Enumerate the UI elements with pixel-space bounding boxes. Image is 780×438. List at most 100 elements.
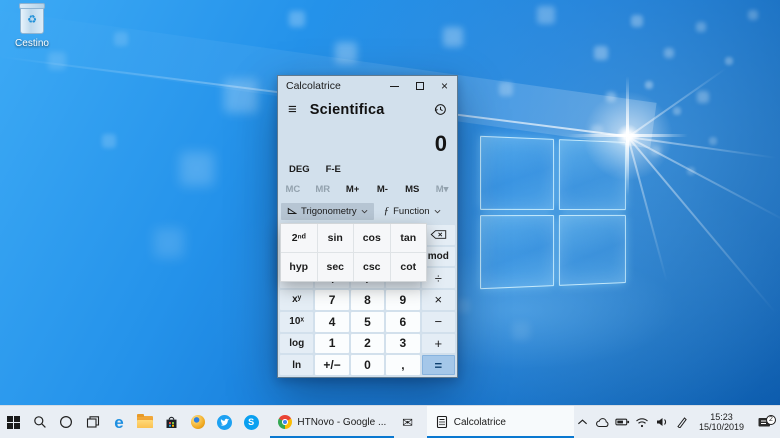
file-explorer-button[interactable] (132, 406, 158, 438)
chrome-icon (278, 415, 292, 429)
edge-icon: e (114, 414, 123, 431)
mail-button[interactable]: ✉ (394, 406, 420, 438)
tan-key[interactable]: tan (391, 224, 427, 252)
trigonometry-flyout: 2ⁿᵈ sin cos tan hyp sec csc cot (280, 223, 427, 282)
desktop: ♻ Cestino Calcolatrice × ≡ Scientifica 0… (0, 0, 780, 438)
taskbar-window-calculator[interactable]: Calcolatrice (427, 406, 574, 438)
search-button[interactable] (26, 406, 52, 438)
chevron-down-icon (434, 209, 441, 214)
calculator-icon (435, 415, 449, 429)
hyp-key[interactable]: hyp (281, 253, 317, 281)
skype-button[interactable]: S (238, 406, 264, 438)
taskbar-window-chrome[interactable]: HTNovo - Google ... (270, 406, 394, 438)
digit-9-key[interactable]: 9 (386, 290, 419, 310)
menu-icon[interactable]: ≡ (288, 101, 297, 118)
multiply-key[interactable]: × (422, 290, 455, 310)
digit-5-key[interactable]: 5 (351, 312, 384, 332)
digit-2-key[interactable]: 2 (351, 334, 384, 354)
digit-0-key[interactable]: 0 (351, 355, 384, 375)
network-button[interactable] (634, 417, 651, 428)
close-button[interactable]: × (432, 76, 457, 96)
function-dropdown[interactable]: ƒ Function (378, 202, 447, 220)
cloud-icon (595, 417, 610, 428)
windows-ink-button[interactable] (674, 416, 691, 428)
history-button[interactable] (434, 103, 447, 116)
trigonometry-label: Trigonometry (301, 206, 357, 217)
memory-store-button[interactable]: MS (397, 184, 427, 195)
maximize-button[interactable] (407, 76, 432, 96)
pen-icon (676, 416, 688, 428)
edge-button[interactable]: e (106, 406, 132, 438)
backspace-icon (430, 229, 447, 240)
digit-6-key[interactable]: 6 (386, 312, 419, 332)
tray-overflow-button[interactable] (574, 418, 591, 426)
ln-key[interactable]: ln (280, 355, 313, 375)
digit-7-key[interactable]: 7 (315, 290, 348, 310)
function-dropdowns-row: Trigonometry ƒ Function (278, 199, 457, 223)
start-button[interactable] (0, 406, 26, 438)
memory-row: MC MR M+ M- MS M▾ (278, 179, 457, 199)
digit-1-key[interactable]: 1 (315, 334, 348, 354)
power-button[interactable] (614, 417, 631, 427)
digit-3-key[interactable]: 3 (386, 334, 419, 354)
sin-key[interactable]: sin (318, 224, 354, 252)
microsoft-store-button[interactable] (159, 406, 185, 438)
equals-key[interactable]: = (422, 355, 455, 375)
subtract-key[interactable]: − (422, 312, 455, 332)
task-view-button[interactable] (79, 406, 105, 438)
windows-start-icon (7, 416, 20, 429)
mail-icon: ✉ (402, 416, 413, 429)
calculator-window: Calcolatrice × ≡ Scientifica 0 DEG F-E M… (277, 75, 458, 378)
log-key[interactable]: log (280, 334, 313, 354)
angle-row: DEG F-E (278, 159, 457, 179)
cortana-button[interactable] (53, 406, 79, 438)
twitter-icon (217, 415, 232, 430)
action-center-button[interactable]: 2 (752, 416, 776, 429)
calculator-display: 0 (278, 123, 457, 159)
speaker-icon (656, 416, 669, 428)
recycle-bin-shortcut[interactable]: ♻ Cestino (6, 6, 58, 49)
calculator-window-label: Calcolatrice (454, 417, 506, 428)
skype-icon: S (244, 415, 259, 430)
memory-flyout-button: M▾ (427, 184, 457, 195)
taskbar: e S HTNovo - Google ... ✉ Ca (0, 405, 780, 438)
sec-key[interactable]: sec (318, 253, 354, 281)
add-key[interactable]: + (422, 334, 455, 354)
memory-add-button[interactable]: M+ (338, 184, 368, 195)
gold-app-icon (191, 415, 205, 429)
title-bar[interactable]: Calcolatrice × (278, 76, 457, 96)
minimize-icon (390, 86, 399, 87)
search-icon (33, 415, 47, 429)
digit-8-key[interactable]: 8 (351, 290, 384, 310)
memory-subtract-button[interactable]: M- (367, 184, 397, 195)
pinned-app-button[interactable] (185, 406, 211, 438)
negate-key[interactable]: +/− (315, 355, 348, 375)
lens-flare (583, 91, 673, 181)
onedrive-button[interactable] (594, 417, 611, 428)
deg-button[interactable]: DEG (289, 164, 310, 175)
taskbar-clock[interactable]: 15:23 15/10/2019 (694, 412, 749, 433)
x-power-y-key[interactable]: xʸ (280, 290, 313, 310)
wifi-icon (635, 417, 649, 428)
csc-key[interactable]: csc (354, 253, 390, 281)
battery-icon (615, 417, 630, 427)
twitter-button[interactable] (212, 406, 238, 438)
ten-power-x-key[interactable]: 10ˣ (280, 312, 313, 332)
trigonometry-dropdown[interactable]: Trigonometry (281, 203, 374, 220)
chevron-up-icon (577, 418, 588, 426)
minimize-button[interactable] (382, 76, 407, 96)
history-icon (434, 103, 447, 116)
microsoft-store-icon (164, 415, 179, 430)
recycle-bin-icon: ♻ (20, 6, 44, 34)
chrome-window-label: HTNovo - Google ... (297, 417, 386, 428)
digit-4-key[interactable]: 4 (315, 312, 348, 332)
second-function-key[interactable]: 2ⁿᵈ (281, 224, 317, 252)
cot-key[interactable]: cot (391, 253, 427, 281)
recycle-bin-label: Cestino (6, 38, 58, 49)
decimal-key[interactable]: , (386, 355, 419, 375)
fe-button[interactable]: F-E (326, 164, 341, 175)
cos-key[interactable]: cos (354, 224, 390, 252)
windows-logo-pane (480, 136, 554, 210)
clock-time: 15:23 (699, 412, 744, 423)
volume-button[interactable] (654, 416, 671, 428)
